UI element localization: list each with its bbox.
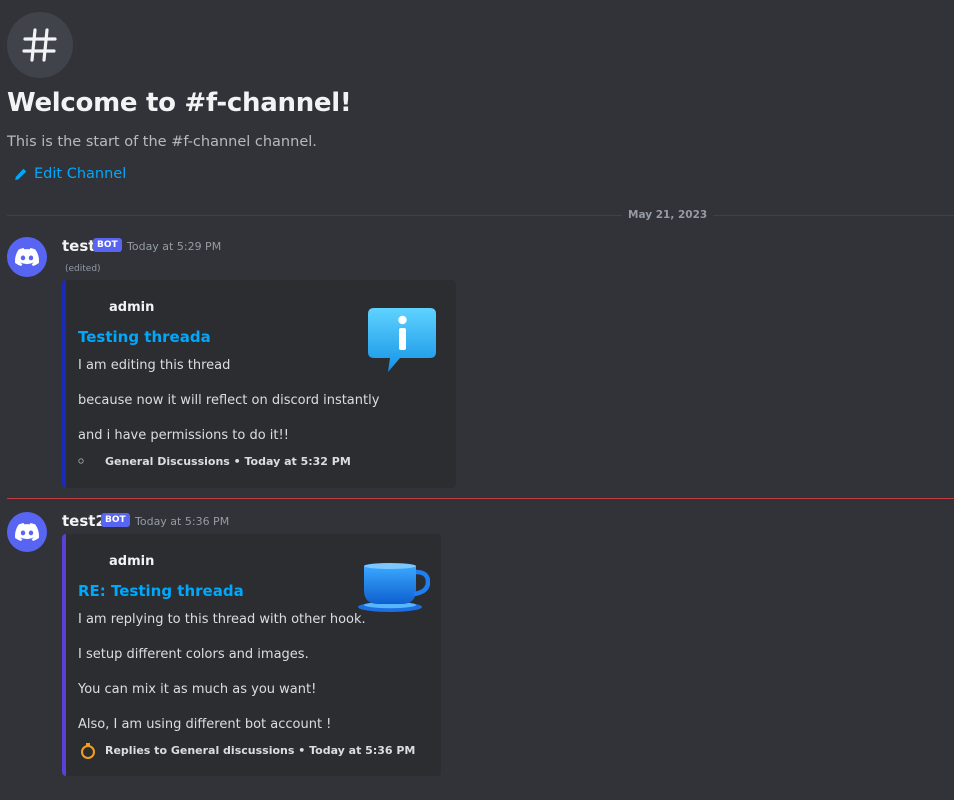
- discord-logo-icon: [15, 248, 39, 266]
- date-divider: [7, 215, 954, 216]
- edit-channel-label: Edit Channel: [34, 166, 127, 182]
- channel-hash-icon: [7, 12, 73, 78]
- message-embed: admin RE: Testing threada I am replying …: [62, 534, 441, 776]
- discord-logo-icon: [15, 523, 39, 541]
- embed-description-line: because now it will reflect on discord i…: [78, 393, 380, 408]
- info-speech-bubble-icon[interactable]: [368, 306, 438, 374]
- embed-footer: General Discussions • Today at 5:32 PM: [105, 455, 351, 468]
- embed-title-link[interactable]: Testing threada: [78, 328, 211, 346]
- avatar[interactable]: [7, 237, 47, 277]
- embed-description-line: I setup different colors and images.: [78, 647, 309, 662]
- message-embed: admin Testing threada I am editing this …: [62, 280, 456, 488]
- bot-badge: BOT: [101, 513, 130, 527]
- embed-title-link[interactable]: RE: Testing threada: [78, 582, 244, 600]
- message-username[interactable]: test2: [62, 512, 106, 530]
- edit-channel-button[interactable]: Edit Channel: [14, 166, 126, 182]
- message-timestamp[interactable]: Today at 5:36 PM: [135, 515, 229, 528]
- pencil-icon: [15, 168, 27, 180]
- footer-icon: [78, 458, 84, 464]
- embed-description-line: Also, I am using different bot account !: [78, 717, 332, 732]
- embed-author[interactable]: admin: [109, 300, 154, 315]
- coffee-cup-icon[interactable]: [356, 562, 430, 614]
- welcome-title: Welcome to #f-channel!: [7, 88, 352, 118]
- new-messages-divider: [7, 498, 954, 499]
- edited-indicator: (edited): [65, 264, 101, 274]
- reply-footer-icon: [81, 743, 95, 759]
- embed-description-line: You can mix it as much as you want!: [78, 682, 317, 697]
- bot-badge: BOT: [93, 238, 122, 252]
- message-username[interactable]: test: [62, 237, 95, 255]
- channel-view: Welcome to #f-channel! This is the start…: [0, 0, 954, 800]
- channel-start-text: This is the start of the #f-channel chan…: [7, 134, 317, 150]
- embed-description-line: I am editing this thread: [78, 358, 231, 373]
- date-divider-label: May 21, 2023: [622, 209, 714, 221]
- embed-author[interactable]: admin: [109, 554, 154, 569]
- embed-description-line: I am replying to this thread with other …: [78, 612, 366, 627]
- avatar[interactable]: [7, 512, 47, 552]
- message-timestamp[interactable]: Today at 5:29 PM: [127, 240, 221, 253]
- embed-description-line: and i have permissions to do it!!: [78, 428, 289, 443]
- embed-footer: Replies to General discussions • Today a…: [105, 744, 416, 757]
